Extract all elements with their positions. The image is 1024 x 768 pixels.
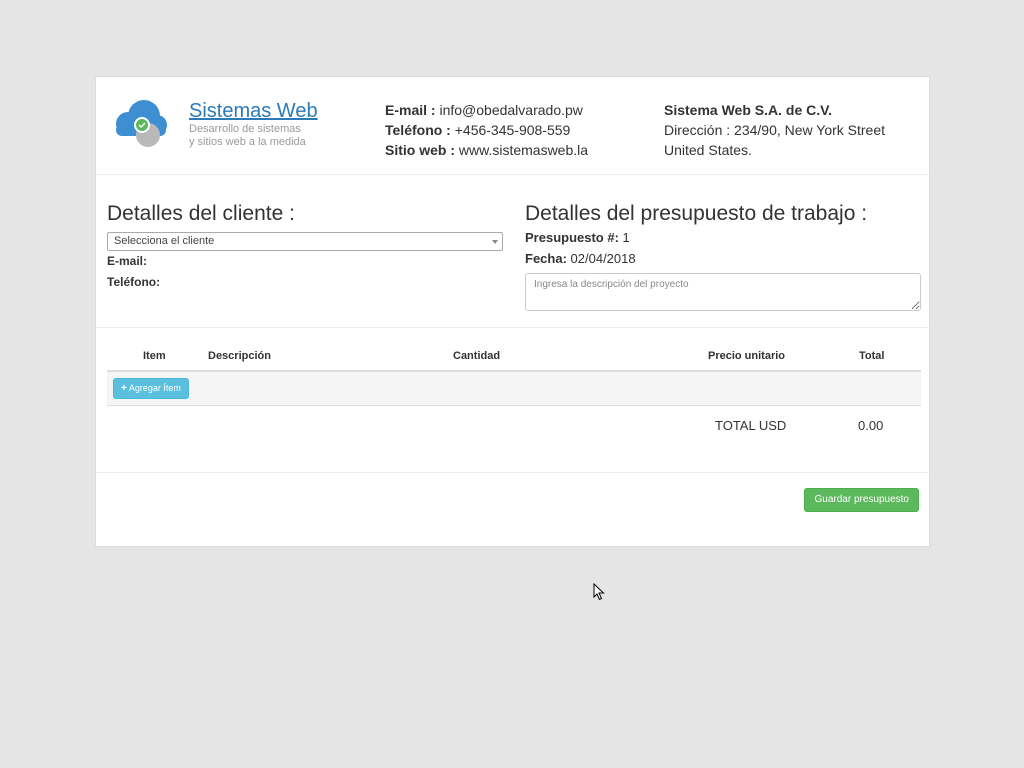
- invoice-header: Sistemas Web Desarrollo de sistemas y si…: [96, 77, 929, 175]
- header-item: Item: [143, 350, 166, 362]
- contact-phone: Teléfono : +456-345-908-559: [385, 120, 588, 140]
- header-quantity: Cantidad: [453, 350, 501, 362]
- project-description-field[interactable]: [525, 273, 921, 311]
- brand-name-link[interactable]: Sistemas Web: [189, 99, 318, 123]
- company-name: Sistema Web S.A. de C.V.: [664, 102, 833, 118]
- brand: Sistemas Web Desarrollo de sistemas y si…: [189, 99, 318, 149]
- client-details: Detalles del cliente : Selecciona el cli…: [107, 201, 503, 293]
- header-total: Total: [859, 350, 885, 362]
- client-select[interactable]: Selecciona el cliente: [107, 232, 503, 251]
- total-row: TOTAL USD 0.00: [107, 406, 921, 446]
- brand-tagline-1: Desarrollo de sistemas: [189, 123, 301, 135]
- add-item-row: + Agregar Ítem: [107, 372, 921, 406]
- contact-email: E-mail : info@obedalvarado.pw: [385, 100, 588, 120]
- budget-number: Presupuesto #: 1: [525, 227, 921, 248]
- budget-details-title: Detalles del presupuesto de trabajo :: [525, 202, 868, 225]
- contact-site: Sitio web : www.sistemasweb.la: [385, 140, 588, 160]
- client-details-title: Detalles del cliente :: [107, 202, 295, 225]
- plus-icon: +: [121, 383, 127, 394]
- budget-number-value: 1: [622, 230, 630, 245]
- site-value: www.sistemasweb.la: [458, 142, 589, 158]
- budget-number-label: Presupuesto #:: [525, 230, 619, 245]
- phone-label: Teléfono :: [385, 122, 451, 138]
- budget-details: Detalles del presupuesto de trabajo : Pr…: [525, 201, 921, 316]
- items-table: Item Descripción Cantidad Precio unitari…: [107, 342, 921, 446]
- budget-card: Sistemas Web Desarrollo de sistemas y si…: [95, 76, 930, 547]
- company-address: Dirección : 234/90, New York Street: [664, 120, 885, 140]
- divider: [96, 472, 929, 473]
- site-label: Sitio web :: [385, 142, 455, 158]
- header-unit-price: Precio unitario: [708, 350, 786, 362]
- phone-value: +456-345-908-559: [454, 122, 571, 138]
- total-label: TOTAL USD: [715, 418, 787, 433]
- address-value: 234/90, New York Street: [734, 122, 886, 138]
- budget-date-label: Fecha:: [525, 251, 567, 266]
- save-budget-button[interactable]: Guardar presupuesto: [804, 488, 919, 512]
- address-label: Dirección :: [664, 122, 731, 138]
- budget-date: Fecha: 02/04/2018: [525, 248, 921, 269]
- add-item-button[interactable]: + Agregar Ítem: [113, 378, 189, 399]
- total-value: 0.00: [858, 418, 884, 433]
- details-section: Detalles del cliente : Selecciona el cli…: [96, 174, 929, 328]
- email-value: info@obedalvarado.pw: [439, 102, 583, 118]
- client-email-label: E-mail:: [107, 254, 148, 268]
- mouse-cursor-icon: [593, 583, 605, 601]
- budget-date-value: 02/04/2018: [570, 251, 636, 266]
- client-phone-label: Teléfono:: [107, 275, 161, 289]
- chevron-down-icon: [492, 240, 498, 244]
- brand-tagline-2: y sitios web a la medida: [189, 136, 306, 148]
- items-table-header: Item Descripción Cantidad Precio unitari…: [107, 342, 921, 372]
- add-item-label: Agregar Ítem: [128, 383, 181, 393]
- contact-info: E-mail : info@obedalvarado.pw Teléfono :…: [385, 100, 588, 160]
- client-select-value: Selecciona el cliente: [114, 235, 215, 247]
- cloud-logo-icon: [116, 100, 167, 147]
- company-info: Sistema Web S.A. de C.V. Dirección : 234…: [664, 100, 885, 160]
- email-label: E-mail :: [385, 102, 436, 118]
- header-description: Descripción: [208, 350, 271, 362]
- company-country: United States.: [664, 142, 752, 158]
